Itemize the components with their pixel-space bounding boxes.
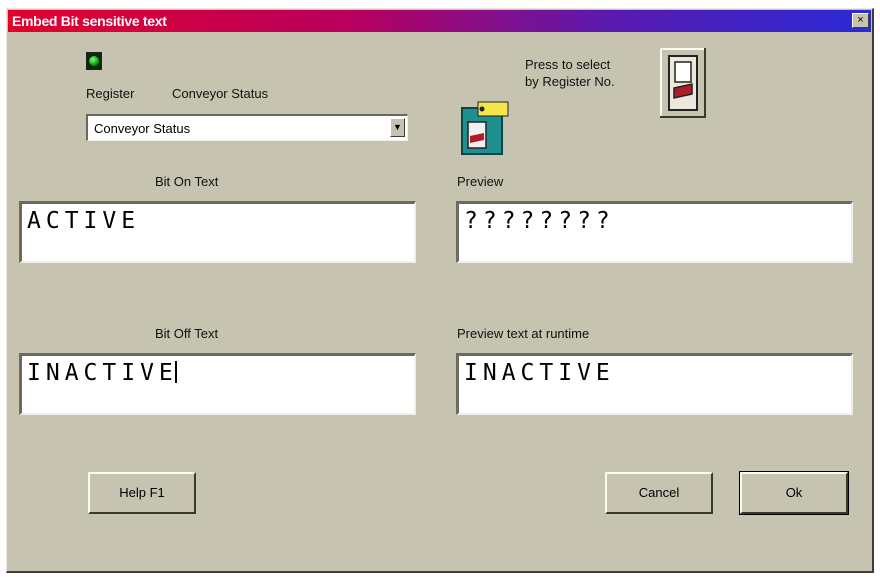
register-status-label: Conveyor Status	[172, 86, 269, 101]
ok-button-label: Ok	[785, 485, 803, 500]
preview-runtime-field: INACTIVE	[456, 353, 853, 415]
bit-off-text-field[interactable]: INACTIVE	[19, 353, 416, 415]
select-by-register-line1: Press to select	[525, 57, 611, 72]
preview-field: ????????	[456, 201, 853, 263]
bit-off-text-content: INACTIVE	[27, 360, 178, 386]
preview-runtime-label: Preview text at runtime	[457, 326, 590, 341]
bit-on-text-value: ACTIVE	[27, 208, 141, 234]
help-button[interactable]: Help F1	[88, 472, 196, 514]
status-led-icon	[86, 52, 102, 70]
title-bar[interactable]: Embed Bit sensitive text ×	[8, 10, 871, 32]
cancel-button[interactable]: Cancel	[605, 472, 713, 514]
ok-button[interactable]: Ok	[739, 471, 849, 515]
register-label: Register	[86, 86, 135, 101]
chevron-down-icon[interactable]: ▼	[390, 118, 405, 137]
text-caret	[174, 361, 177, 383]
bit-on-label: Bit On Text	[155, 174, 219, 189]
preview-runtime-value: INACTIVE	[464, 360, 615, 386]
bit-off-label: Bit Off Text	[155, 326, 219, 341]
window-title: Embed Bit sensitive text	[12, 13, 167, 29]
help-button-label: Help F1	[119, 485, 165, 500]
register-select-combo[interactable]: Conveyor Status ▼	[86, 114, 408, 141]
tag-panel-icon	[460, 100, 510, 156]
preview-label: Preview	[457, 174, 504, 189]
close-button[interactable]: ×	[852, 13, 869, 28]
cancel-button-label: Cancel	[638, 485, 680, 500]
preview-value: ????????	[464, 208, 615, 234]
combo-value: Conveyor Status	[94, 121, 191, 136]
bit-off-text-value: INACTIVE	[27, 360, 178, 386]
select-by-register-line2: by Register No.	[525, 74, 615, 89]
bit-on-text-field[interactable]: ACTIVE	[19, 201, 416, 263]
select-by-register-text: Press to select by Register No.	[525, 56, 615, 90]
register-panel-icon[interactable]	[660, 48, 706, 118]
